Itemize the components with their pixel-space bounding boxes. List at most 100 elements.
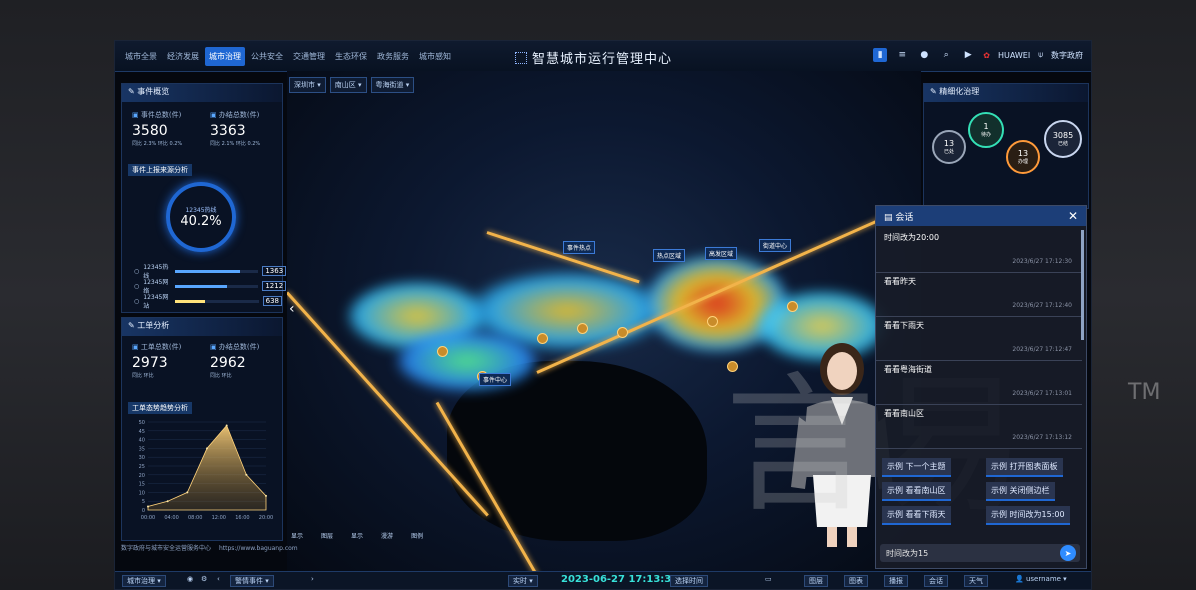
monitor-icon[interactable]: ▭ <box>765 575 772 583</box>
mode-select[interactable]: 实时 ▾ <box>508 575 538 587</box>
top-toolbar: ▮ ≡ ● ⌕ ▶ ✿ HUAWEI ⍦ 数字政府 <box>873 48 1083 62</box>
y-tick-label: 50 <box>139 420 145 426</box>
send-icon[interactable]: ➤ <box>1060 545 1076 561</box>
chat-header: ▤ 会话 ✕ <box>876 206 1086 226</box>
map-tool-label[interactable]: 图例 <box>411 531 423 540</box>
main-nav: 城市全景 经济发展 城市治理 公共安全 交通管理 生态环保 政务服务 城市感知 <box>121 47 455 66</box>
chart-button[interactable]: 图表 <box>844 575 868 587</box>
user-menu[interactable]: 👤 username ▾ <box>1015 575 1067 583</box>
bar-fill <box>175 269 241 273</box>
suggestion-chip[interactable]: 示例 关闭侧边栏 <box>986 482 1055 501</box>
chat-message: 看看粤海街道 2023/6/27 17:13:01 <box>876 360 1082 405</box>
bottom-bar: 城市治理 ▾ ◉ ⚙ ‹ 警情事件 ▾ › 实时 ▾ 2023-06-27 17… <box>115 571 1091 589</box>
chat-message: 看看昨天 2023/6/27 17:12:40 <box>876 272 1082 317</box>
district-select[interactable]: 南山区 ▾ <box>329 77 367 93</box>
event-total-value: 3580 <box>132 123 168 139</box>
top-bar: 城市全景 经济发展 城市治理 公共安全 交通管理 生态环保 政务服务 城市感知 … <box>115 41 1091 72</box>
panel-title: ✎ 工单分析 <box>122 318 282 336</box>
suggestion-chip[interactable]: 示例 时间改为15:00 <box>986 506 1070 525</box>
pin-icon[interactable]: ◉ <box>187 575 193 583</box>
bar-track <box>175 284 259 288</box>
nav-item-public-safety[interactable]: 公共安全 <box>247 47 287 66</box>
nav-item-governance[interactable]: 城市治理 <box>205 47 245 66</box>
bell-icon[interactable]: ● <box>917 48 931 62</box>
close-icon[interactable]: ✕ <box>1068 209 1078 223</box>
huawei-brand: HUAWEI <box>997 50 1031 60</box>
nav-item-environment[interactable]: 生态环保 <box>331 47 371 66</box>
stat-bubble[interactable]: 3085 已结 <box>1044 120 1082 158</box>
y-tick-label: 45 <box>139 429 145 435</box>
search-icon[interactable]: ⌕ <box>939 48 953 62</box>
map-label[interactable]: 高发区域 <box>705 247 738 260</box>
governance-select[interactable]: 城市治理 ▾ <box>122 575 166 587</box>
map-label[interactable]: 热点区域 <box>653 249 686 262</box>
suggestion-chip[interactable]: 示例 看看下雨天 <box>882 506 951 525</box>
event-select[interactable]: 警情事件 ▾ <box>230 575 274 587</box>
bar-track <box>175 269 259 273</box>
suggestion-chip[interactable]: 示例 下一个主题 <box>882 458 951 477</box>
map-tool-label[interactable]: 显示 <box>291 531 303 540</box>
nav-item-panorama[interactable]: 城市全景 <box>121 47 161 66</box>
map-tool-label[interactable]: 漫游 <box>381 531 393 540</box>
chat-button[interactable]: 会话 <box>924 575 948 587</box>
map-label[interactable]: 街道中心 <box>759 239 792 252</box>
gear-icon[interactable]: ⚙ <box>201 575 207 583</box>
map-pin[interactable] <box>577 323 588 334</box>
chat-scrollbar[interactable] <box>1081 230 1084 340</box>
suggestion-chip[interactable]: 示例 打开图表面板 <box>986 458 1063 477</box>
city-select[interactable]: 深圳市 ▾ <box>289 77 326 93</box>
panel-title: ✎ 事件概览 <box>122 84 282 102</box>
event-overview-panel: ✎ 事件概览 ▣ 事件总数(件) 3580 同比 2.3% 环比 0.2% ▣ … <box>121 83 287 313</box>
map-label[interactable]: 事件中心 <box>479 373 512 386</box>
map-pin[interactable] <box>787 301 798 312</box>
chart-icon[interactable]: ▮ <box>873 48 888 62</box>
video-icon[interactable]: ▶ <box>961 48 975 62</box>
data-point <box>166 500 169 503</box>
event-closed-value: 3363 <box>210 123 246 139</box>
y-tick-label: 0 <box>142 508 145 514</box>
workorder-closed-stat: ▣ 办结总数(件) 2962 同比 环比 <box>210 343 260 379</box>
nav-item-services[interactable]: 政务服务 <box>373 47 413 66</box>
dashboard-screen: 城市全景 经济发展 城市治理 公共安全 交通管理 生态环保 政务服务 城市感知 … <box>114 40 1092 590</box>
map-tool-label[interactable]: 图层 <box>321 531 333 540</box>
map-label[interactable]: 事件热点 <box>563 241 596 254</box>
map-pin[interactable] <box>437 346 448 357</box>
source-ring: 12345热线 40.2% <box>166 182 236 252</box>
page-title: 智慧城市运行管理中心 <box>515 48 672 67</box>
map-pin[interactable] <box>617 327 628 338</box>
weather-button[interactable]: 天气 <box>964 575 988 587</box>
chat-message: 看看下雨天 2023/6/27 17:12:47 <box>876 316 1082 361</box>
nav-item-economy[interactable]: 经济发展 <box>163 47 203 66</box>
event-total-cmp: 同比 2.3% 环比 0.2% <box>132 141 183 147</box>
chevron-left-icon[interactable]: ‹ <box>217 575 220 583</box>
chevron-left-icon[interactable]: ‹ <box>289 301 295 317</box>
chevron-right-icon[interactable]: › <box>311 575 314 583</box>
layer-button[interactable]: 图层 <box>804 575 828 587</box>
trademark: TM <box>1128 380 1161 405</box>
bullet-icon: ○ <box>134 297 140 305</box>
map-tool-label[interactable]: 显示 <box>351 531 363 540</box>
bullet-icon: ○ <box>134 282 140 290</box>
bar-fill <box>175 284 227 288</box>
stat-bubble[interactable]: 13 已处 <box>932 130 966 164</box>
list-icon[interactable]: ≡ <box>895 48 909 62</box>
data-point <box>225 424 228 427</box>
y-tick-label: 15 <box>139 482 145 488</box>
trend-area-chart: 0 5 10 15 20 25 30 35 40 45 50 00:00 04:00 08:00 12:00… <box>139 420 274 521</box>
y-tick-label: 20 <box>139 473 145 479</box>
map-pin[interactable] <box>537 333 548 344</box>
chat-input[interactable]: 时间改为15 ➤ <box>880 544 1080 562</box>
map-pin[interactable] <box>707 316 718 327</box>
time-picker[interactable]: 选择时间 <box>670 575 708 587</box>
nav-item-traffic[interactable]: 交通管理 <box>289 47 329 66</box>
broadcast-button[interactable]: 播报 <box>884 575 908 587</box>
x-tick-label: 16:00 <box>235 515 249 521</box>
stat-bubble[interactable]: 13 办理 <box>1006 140 1040 174</box>
suggestion-chip[interactable]: 示例 看看南山区 <box>882 482 951 501</box>
check-icon: ▣ <box>210 111 217 119</box>
street-select[interactable]: 粤海街道 ▾ <box>370 77 415 93</box>
x-tick-label: 12:00 <box>212 515 226 521</box>
event-closed-cmp: 同比 2.1% 环比 0.2% <box>210 141 261 147</box>
nav-item-perception[interactable]: 城市感知 <box>415 47 455 66</box>
stat-bubble[interactable]: 1 待办 <box>968 112 1004 148</box>
